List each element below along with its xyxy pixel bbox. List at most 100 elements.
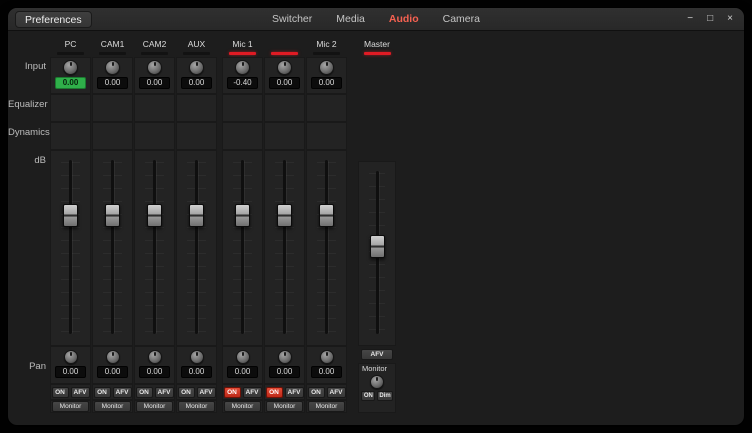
tab-audio[interactable]: Audio xyxy=(389,13,419,25)
preferences-button[interactable]: Preferences xyxy=(15,11,92,28)
onair-buttons: ON AFV xyxy=(306,384,347,400)
fader-track xyxy=(111,160,114,334)
row-label-pan: Pan xyxy=(8,361,46,372)
gain-knob[interactable] xyxy=(147,60,162,75)
pan-knob[interactable] xyxy=(148,350,162,364)
pan-value[interactable]: 0.00 xyxy=(181,366,212,378)
pan-value[interactable]: 0.00 xyxy=(97,366,128,378)
gain-knob[interactable] xyxy=(63,60,78,75)
minimize-icon[interactable]: − xyxy=(687,14,693,24)
afv-button[interactable]: AFV xyxy=(197,387,216,398)
afv-button[interactable]: AFV xyxy=(285,387,304,398)
gain-knob[interactable] xyxy=(319,60,334,75)
input-section: 0.00 xyxy=(92,57,133,94)
on-button[interactable]: ON xyxy=(224,387,241,398)
pan-knob[interactable] xyxy=(278,350,292,364)
input-section: 0.00 xyxy=(306,57,347,94)
monitor-button[interactable]: Monitor xyxy=(136,401,173,412)
monitor-button[interactable]: Monitor xyxy=(94,401,131,412)
master-name: Master xyxy=(358,38,396,50)
master-fader-section xyxy=(358,161,396,346)
input-channel-group: PC 0.00 0.00 xyxy=(50,38,217,413)
equalizer-panel xyxy=(176,94,217,122)
pan-knob[interactable] xyxy=(106,350,120,364)
gain-knob[interactable] xyxy=(277,60,292,75)
gain-value[interactable]: -0.40 xyxy=(227,77,258,89)
pan-value[interactable]: 0.00 xyxy=(227,366,258,378)
fader-handle[interactable] xyxy=(63,204,78,227)
monitor-row: Monitor xyxy=(50,400,91,413)
gain-value[interactable]: 0.00 xyxy=(269,77,300,89)
master-afv-row: AFV xyxy=(358,346,396,363)
gain-knob[interactable] xyxy=(235,60,250,75)
monitor-volume-knob[interactable] xyxy=(370,375,384,389)
input-section: 0.00 xyxy=(176,57,217,94)
channel-live-meter xyxy=(134,50,175,57)
gain-value[interactable]: 0.00 xyxy=(97,77,128,89)
dynamics-panel xyxy=(92,122,133,150)
fader-section xyxy=(134,150,175,346)
monitor-button[interactable]: Monitor xyxy=(266,401,303,412)
pan-value[interactable]: 0.00 xyxy=(139,366,170,378)
monitor-dim-button[interactable]: Dim xyxy=(377,391,392,401)
on-button[interactable]: ON xyxy=(178,387,195,398)
pan-knob[interactable] xyxy=(64,350,78,364)
afv-button[interactable]: AFV xyxy=(71,387,90,398)
pan-value[interactable]: 0.00 xyxy=(269,366,300,378)
on-button[interactable]: ON xyxy=(308,387,325,398)
pan-knob[interactable] xyxy=(236,350,250,364)
channel-name xyxy=(264,38,305,50)
close-icon[interactable]: × xyxy=(727,14,733,24)
fader-handle[interactable] xyxy=(189,204,204,227)
pan-value[interactable]: 0.00 xyxy=(55,366,86,378)
master-fader-handle[interactable] xyxy=(370,235,385,258)
on-button[interactable]: ON xyxy=(136,387,153,398)
pan-knob[interactable] xyxy=(320,350,334,364)
gain-value[interactable]: 0.00 xyxy=(311,77,342,89)
pan-section: 0.00 xyxy=(306,346,347,384)
pan-section: 0.00 xyxy=(176,346,217,384)
fader-handle[interactable] xyxy=(147,204,162,227)
pan-value[interactable]: 0.00 xyxy=(311,366,342,378)
gain-value[interactable]: 0.00 xyxy=(181,77,212,89)
channel-name: Mic 2 xyxy=(306,38,347,50)
dynamics-panel xyxy=(134,122,175,150)
pan-section: 0.00 xyxy=(134,346,175,384)
pan-knob[interactable] xyxy=(190,350,204,364)
on-button[interactable]: ON xyxy=(266,387,283,398)
fader-handle[interactable] xyxy=(277,204,292,227)
monitor-button[interactable]: Monitor xyxy=(224,401,261,412)
gain-value[interactable]: 0.00 xyxy=(55,77,86,89)
fader-handle[interactable] xyxy=(105,204,120,227)
fader-section xyxy=(264,150,305,346)
fader-handle[interactable] xyxy=(235,204,250,227)
afv-button[interactable]: AFV xyxy=(113,387,132,398)
monitor-button[interactable]: Monitor xyxy=(308,401,345,412)
on-button[interactable]: ON xyxy=(52,387,69,398)
monitor-button[interactable]: Monitor xyxy=(52,401,89,412)
monitor-buttons: ON Dim xyxy=(358,391,396,401)
gain-knob[interactable] xyxy=(105,60,120,75)
on-button[interactable]: ON xyxy=(94,387,111,398)
afv-button[interactable]: AFV xyxy=(327,387,346,398)
fader-handle[interactable] xyxy=(319,204,334,227)
maximize-icon[interactable]: □ xyxy=(707,14,713,24)
monitor-button[interactable]: Monitor xyxy=(178,401,215,412)
tab-camera[interactable]: Camera xyxy=(443,13,480,25)
monitor-row: Monitor xyxy=(176,400,217,413)
tab-switcher[interactable]: Switcher xyxy=(272,13,312,25)
onair-buttons: ON AFV xyxy=(264,384,305,400)
master-afv-button[interactable]: AFV xyxy=(361,349,393,360)
pan-section: 0.00 xyxy=(50,346,91,384)
equalizer-panel xyxy=(264,94,305,122)
gain-knob[interactable] xyxy=(189,60,204,75)
gain-value[interactable]: 0.00 xyxy=(139,77,170,89)
monitor-row: Monitor xyxy=(222,400,263,413)
monitor-on-button[interactable]: ON xyxy=(361,391,375,401)
titlebar: Preferences Switcher Media Audio Camera … xyxy=(8,8,744,31)
dynamics-panel xyxy=(50,122,91,150)
tab-media[interactable]: Media xyxy=(336,13,365,25)
fader-section xyxy=(176,150,217,346)
afv-button[interactable]: AFV xyxy=(155,387,174,398)
afv-button[interactable]: AFV xyxy=(243,387,262,398)
